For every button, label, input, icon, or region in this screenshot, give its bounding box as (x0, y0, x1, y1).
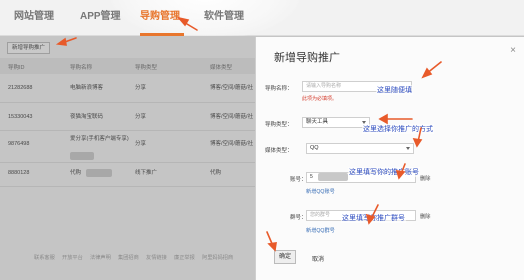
annotation-name-hint: 这里随便填 (376, 85, 413, 95)
tab-software[interactable]: 软件管理 (204, 7, 244, 22)
annotation-group-hint: 这里填写你推广群号 (341, 213, 406, 223)
blurred-text (318, 173, 348, 181)
guide-type-label: 导购类型： (265, 122, 293, 128)
chevron-down-icon (406, 147, 410, 150)
tab-app[interactable]: APP管理 (80, 7, 121, 22)
close-icon[interactable]: × (510, 45, 516, 56)
add-guide-dialog: 新增导购推广 × (255, 37, 524, 280)
cancel-button[interactable]: 取消 (312, 254, 324, 263)
group-label: 群号： (290, 215, 307, 221)
tab-website[interactable]: 网站管理 (14, 7, 54, 22)
delete-group-button[interactable]: 删除 (420, 213, 430, 220)
guide-type-select[interactable]: 聊天工具 (302, 117, 370, 128)
tab-shopping-guide[interactable]: 导购管理 (140, 7, 180, 22)
account-value: 5 (310, 174, 313, 180)
account-label: 账号： (290, 177, 307, 183)
media-type-value: QQ (310, 145, 319, 151)
media-type-label: 媒体类型： (265, 148, 293, 154)
guide-name-label: 导购名称： (265, 86, 293, 92)
add-qq-group-link[interactable]: 新增QQ群号 (306, 227, 335, 234)
top-navigation: 网站管理 APP管理 导购管理 软件管理 (0, 0, 524, 40)
annotation-account-hint: 这里填写你的推广账号 (348, 167, 420, 177)
dialog-title: 新增导购推广 (274, 52, 340, 64)
annotation-type-hint: 这里选择你推广的方式 (362, 124, 434, 134)
media-type-select[interactable]: QQ (306, 143, 414, 154)
confirm-button[interactable]: 确定 (274, 250, 296, 264)
add-qq-account-link[interactable]: 新增QQ账号 (306, 188, 335, 195)
guide-type-value: 聊天工具 (306, 119, 329, 125)
delete-account-button[interactable]: 删除 (420, 175, 430, 182)
guide-name-error: 此项为必填项。 (302, 96, 338, 102)
